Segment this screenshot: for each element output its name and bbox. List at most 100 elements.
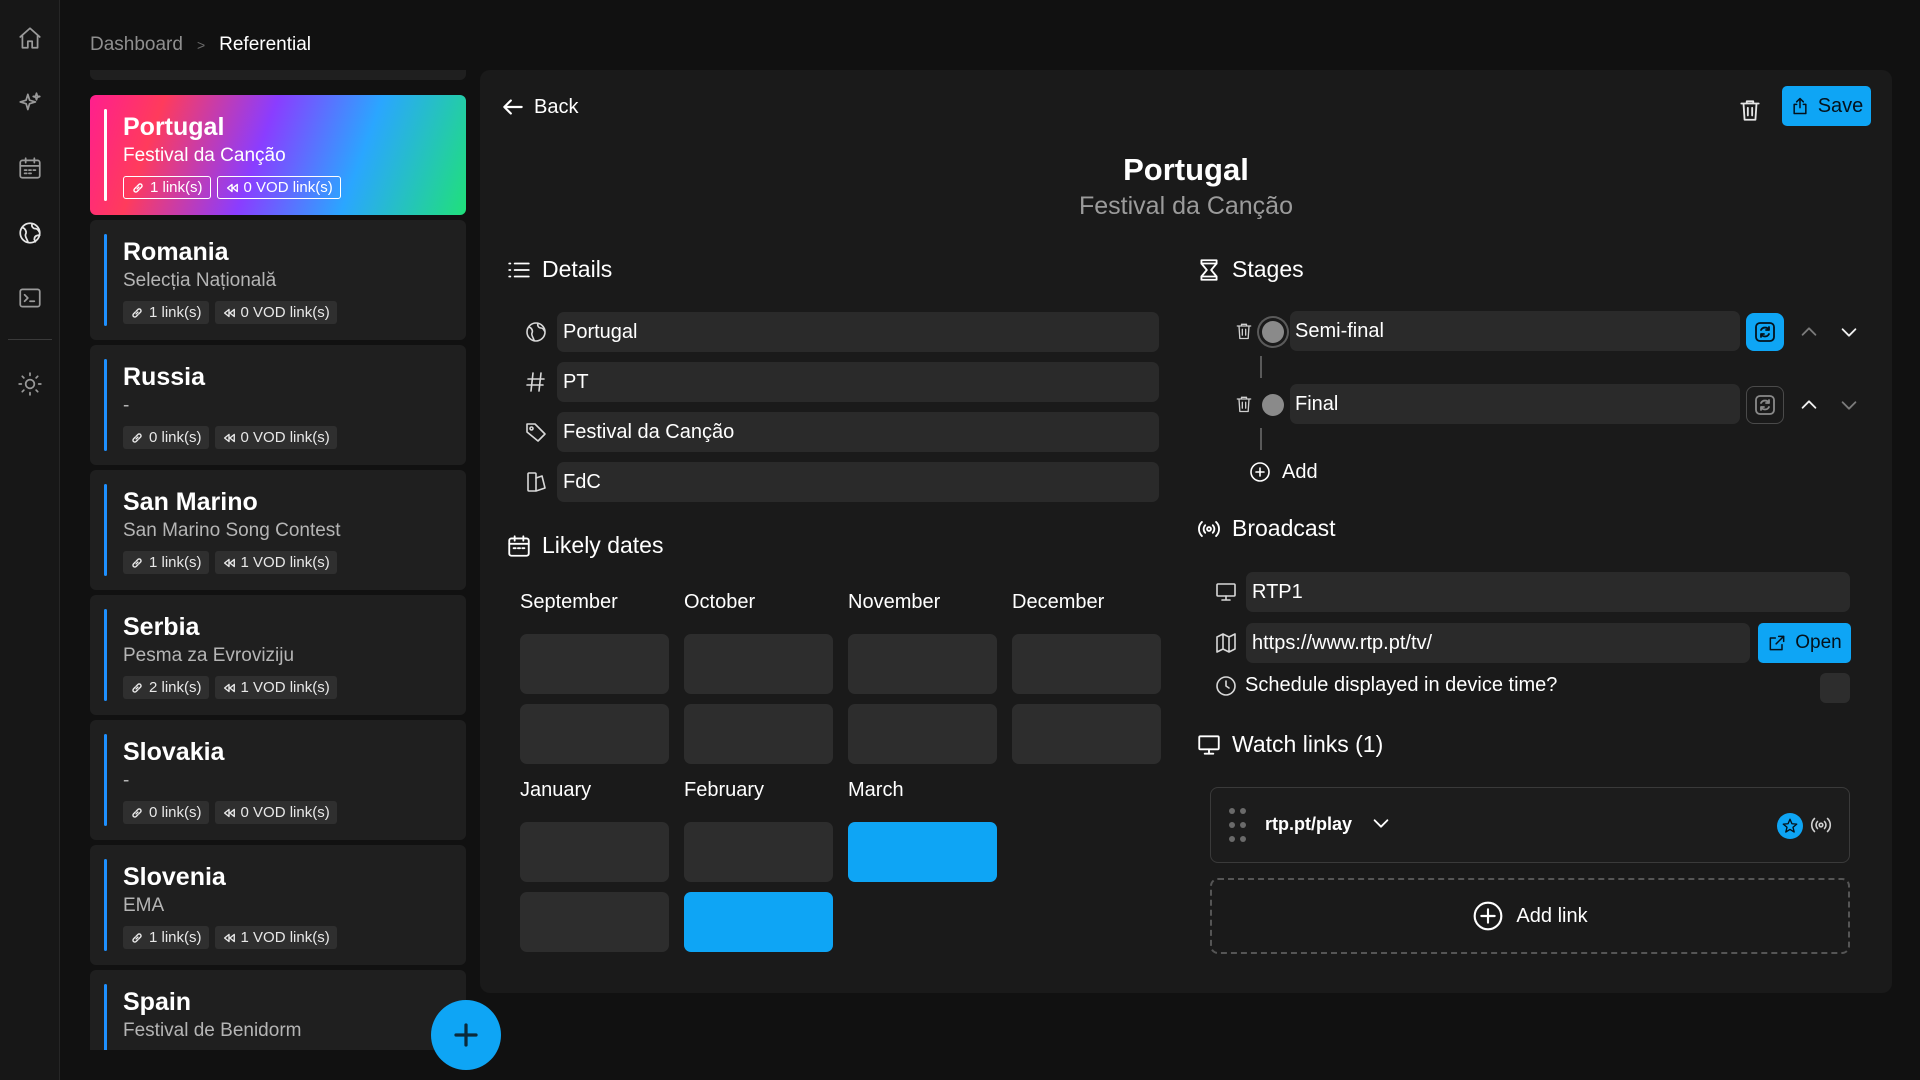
- date-tile-february-1[interactable]: [684, 822, 833, 882]
- date-tile-october-1[interactable]: [684, 634, 833, 694]
- rewind-icon: [223, 308, 235, 317]
- breadcrumb: Dashboard > Referential: [90, 34, 311, 56]
- stage-name-field[interactable]: Final: [1290, 384, 1740, 424]
- card-accent: [104, 484, 107, 576]
- likely-dates-heading: Likely dates: [506, 532, 663, 559]
- breadcrumb-dashboard[interactable]: Dashboard: [90, 34, 183, 56]
- add-stage-button[interactable]: Add: [1248, 460, 1318, 484]
- stage-name-field[interactable]: Semi-final: [1290, 311, 1740, 351]
- date-tile-september-2[interactable]: [520, 704, 669, 764]
- entry-card-partial[interactable]: [90, 70, 466, 80]
- live-link-button[interactable]: [1808, 813, 1836, 839]
- open-url-button[interactable]: Open: [1758, 623, 1851, 663]
- entry-card-slovenia[interactable]: Slovenia EMA 1 link(s) 1 VOD link(s): [90, 845, 466, 965]
- entry-card-san-marino[interactable]: San Marino San Marino Song Contest 1 lin…: [90, 470, 466, 590]
- trash-icon: [1236, 323, 1252, 340]
- watch-link-item[interactable]: rtp.pt/play: [1210, 787, 1850, 863]
- date-tile-december-1[interactable]: [1012, 634, 1161, 694]
- card-subtitle: Selecția Națională: [123, 270, 277, 291]
- card-title: Romania: [123, 238, 229, 266]
- rewind-icon: [223, 433, 235, 442]
- short-name-field[interactable]: FdC: [557, 462, 1159, 502]
- move-stage-down-button[interactable]: [1834, 390, 1864, 420]
- date-tile-october-2[interactable]: [684, 704, 833, 764]
- back-button[interactable]: Back: [500, 94, 578, 120]
- entry-card-russia[interactable]: Russia - 0 link(s) 0 VOD link(s): [90, 345, 466, 465]
- link-icon: [132, 307, 142, 318]
- move-stage-up-button[interactable]: [1794, 317, 1824, 347]
- stage-sync-button[interactable]: [1746, 386, 1784, 424]
- url-field[interactable]: https://www.rtp.pt/tv/: [1246, 623, 1750, 663]
- save-button[interactable]: Save: [1782, 86, 1871, 126]
- short-name-row: FdC: [520, 462, 1160, 502]
- hash-icon: [526, 372, 545, 392]
- card-subtitle: -: [123, 395, 130, 416]
- watch-link-expand-button[interactable]: [1370, 812, 1394, 836]
- date-tile-november-1[interactable]: [848, 634, 997, 694]
- card-title: Slovenia: [123, 863, 226, 891]
- link-icon: [132, 932, 142, 943]
- code-field[interactable]: PT: [557, 362, 1159, 402]
- links-badge: 1 link(s): [123, 301, 209, 324]
- monitor-icon: [1216, 583, 1236, 601]
- date-tile-january-1[interactable]: [520, 822, 669, 882]
- nav-home[interactable]: [0, 16, 60, 60]
- nav-terminal[interactable]: [0, 276, 60, 320]
- code-row: PT: [520, 362, 1160, 402]
- entry-title: Portugal: [1123, 152, 1249, 187]
- links-badge: 2 link(s): [123, 676, 209, 699]
- broadcast-icon: [1810, 817, 1832, 833]
- delete-stage-button[interactable]: [1234, 394, 1256, 416]
- card-title: Portugal: [123, 113, 225, 141]
- card-subtitle: EMA: [123, 895, 165, 916]
- date-tile-february-2[interactable]: [684, 892, 833, 952]
- entry-card-spain[interactable]: Spain Festival de Benidorm: [90, 970, 466, 1050]
- nav-calendar[interactable]: [0, 146, 60, 190]
- entry-card-romania[interactable]: Romania Selecția Națională 1 link(s) 0 V…: [90, 220, 466, 340]
- date-tile-december-2[interactable]: [1012, 704, 1161, 764]
- delete-stage-button[interactable]: [1234, 321, 1256, 343]
- date-tile-january-2[interactable]: [520, 892, 669, 952]
- card-subtitle: Pesma za Evroviziju: [123, 645, 295, 666]
- link-icon: [132, 807, 142, 818]
- chevron-up-icon: [1801, 327, 1817, 336]
- detail-pane: Back Save Portugal Festival da Canção De…: [480, 70, 1892, 993]
- entry-card-portugal[interactable]: Portugal Festival da Canção 1 link(s) 0 …: [90, 95, 466, 215]
- links-badge: 0 link(s): [123, 426, 209, 449]
- drag-handle-icon[interactable]: [1227, 808, 1249, 846]
- nav-sparkles[interactable]: [0, 81, 60, 125]
- calendar-icon: [508, 534, 530, 557]
- entry-card-serbia[interactable]: Serbia Pesma za Evroviziju 2 link(s) 1 V…: [90, 595, 466, 715]
- chevron-down-icon: [1841, 328, 1857, 337]
- details-heading: Details: [506, 256, 612, 283]
- nav-globe[interactable]: [0, 211, 60, 255]
- tag-icon: [526, 423, 546, 442]
- add-entry-button[interactable]: [431, 1000, 501, 1070]
- breadcrumb-separator: >: [196, 37, 206, 53]
- rewind-icon: [226, 183, 238, 192]
- clock-icon: [1216, 676, 1236, 696]
- move-stage-down-button[interactable]: [1834, 317, 1864, 347]
- trophy-icon: [1200, 258, 1218, 281]
- date-tile-september-1[interactable]: [520, 634, 669, 694]
- country-field[interactable]: Portugal: [557, 312, 1159, 352]
- entry-card-slovakia[interactable]: Slovakia - 0 link(s) 0 VOD link(s): [90, 720, 466, 840]
- schedule-device-time-checkbox[interactable]: [1820, 673, 1850, 703]
- links-badge: 1 link(s): [123, 926, 209, 949]
- vod-badge: 0 VOD link(s): [216, 176, 341, 199]
- breadcrumb-current: Referential: [219, 34, 312, 55]
- share-upload-icon: [1793, 97, 1807, 115]
- entry-subtitle: Festival da Canção: [1078, 192, 1293, 220]
- month-label: October: [684, 591, 756, 613]
- stage-sync-button[interactable]: [1746, 313, 1784, 351]
- nav-theme[interactable]: [0, 362, 60, 406]
- date-tile-november-2[interactable]: [848, 704, 997, 764]
- add-link-button[interactable]: Add link: [1210, 878, 1850, 954]
- date-tile-march-1[interactable]: [848, 822, 997, 882]
- event-name-field[interactable]: Festival da Canção: [557, 412, 1159, 452]
- move-stage-up-button[interactable]: [1794, 390, 1824, 420]
- favorite-link-button[interactable]: [1777, 813, 1803, 839]
- delete-entry-button[interactable]: [1732, 92, 1768, 128]
- stage-connector: [1260, 428, 1262, 450]
- channel-field[interactable]: RTP1: [1246, 572, 1850, 612]
